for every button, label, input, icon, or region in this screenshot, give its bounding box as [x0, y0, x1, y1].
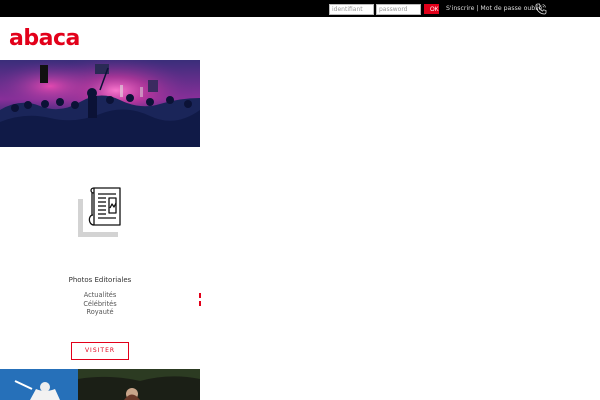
secondary-image[interactable] — [0, 369, 200, 400]
newspaper-icon — [78, 187, 121, 237]
login-input[interactable] — [329, 4, 374, 15]
abaca-logo[interactable]: abaca — [9, 24, 80, 54]
category-list: Actualités Célébrités Royauté — [0, 291, 200, 317]
category-item-celebrites[interactable]: Célébrités — [0, 300, 200, 309]
phone-icon[interactable] — [535, 3, 547, 15]
category-item-actualites[interactable]: Actualités — [0, 291, 200, 300]
accent-mark — [199, 293, 201, 298]
password-input[interactable] — [376, 4, 421, 15]
category-title: Photos Editoriales — [68, 276, 132, 284]
login-ok-button[interactable]: OK — [424, 4, 439, 14]
top-bar: OK S'inscrire | Mot de passe oublié — [0, 0, 600, 17]
account-links: S'inscrire | Mot de passe oublié — [446, 4, 542, 13]
hero-image-crowd[interactable] — [0, 60, 200, 147]
signup-link[interactable]: S'inscrire — [446, 5, 474, 12]
accent-mark — [199, 301, 201, 306]
category-item-royaute[interactable]: Royauté — [0, 308, 200, 317]
forgot-password-link[interactable]: Mot de passe oublié — [480, 5, 542, 12]
link-separator: | — [476, 5, 479, 12]
visit-button[interactable]: VISITER — [71, 342, 129, 360]
